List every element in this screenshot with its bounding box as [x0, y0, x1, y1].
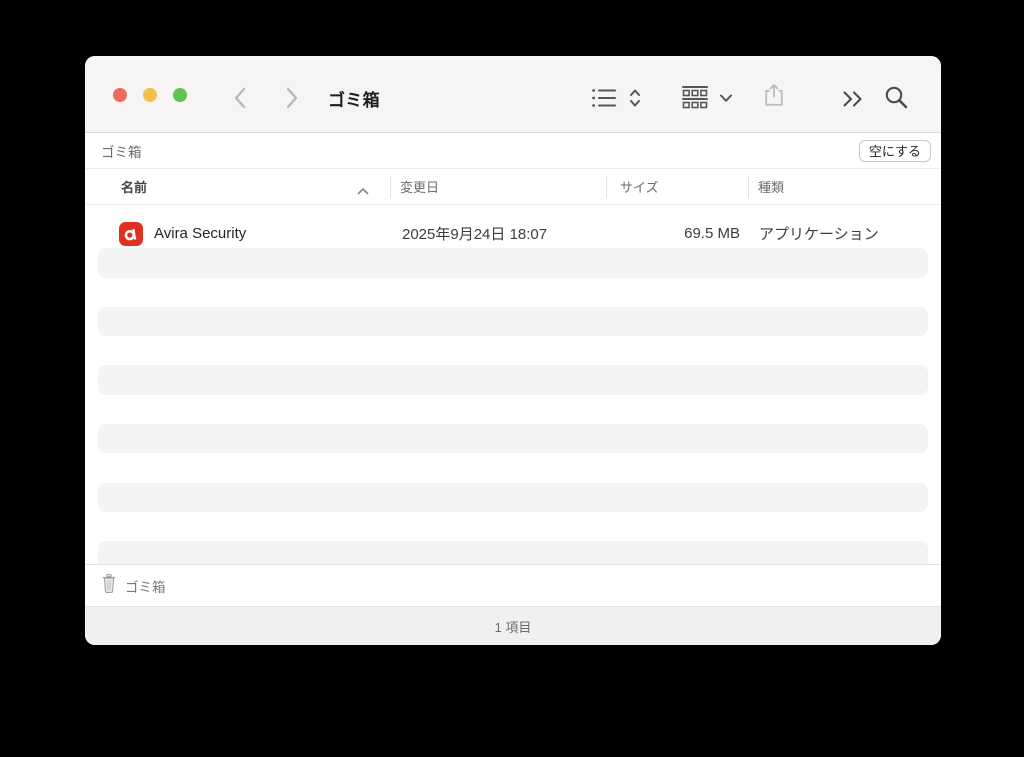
- list-view-icon: [592, 89, 617, 107]
- item-count: 1 項目: [494, 619, 532, 635]
- empty-row: [85, 336, 941, 365]
- traffic-lights: [113, 88, 203, 102]
- group-by-menu-arrow[interactable]: [719, 94, 733, 103]
- forward-button[interactable]: [285, 86, 299, 110]
- path-status-bar: ゴミ箱: [85, 565, 941, 607]
- file-size: 69.5 MB: [684, 225, 740, 243]
- back-button[interactable]: [233, 86, 247, 110]
- view-mode-selector[interactable]: [628, 87, 642, 109]
- chevron-down-icon: [720, 94, 732, 102]
- empty-row: [85, 541, 941, 564]
- trash-icon: [101, 573, 117, 598]
- path-item-trash[interactable]: ゴミ箱: [125, 576, 166, 596]
- share-button[interactable]: [761, 82, 787, 108]
- double-chevron-right-icon: [843, 91, 862, 107]
- location-title: ゴミ箱: [101, 144, 142, 160]
- column-divider: [390, 176, 391, 198]
- column-header-row: 名前 変更日 サイズ 種類: [85, 169, 941, 205]
- empty-row: [85, 248, 941, 278]
- title-toolbar: ゴミ箱: [85, 56, 941, 133]
- location-bar: ゴミ箱 空にする: [85, 133, 941, 169]
- file-date-modified: 2025年9月24日 18:07: [402, 226, 548, 244]
- view-mode-button[interactable]: [591, 87, 618, 109]
- column-header-size[interactable]: サイズ: [620, 169, 659, 204]
- up-down-chevrons-icon: [630, 89, 640, 107]
- empty-row: [85, 482, 941, 512]
- close-window-button[interactable]: [113, 88, 127, 102]
- empty-row: [85, 365, 941, 395]
- column-header-date[interactable]: 変更日: [400, 169, 439, 204]
- file-row-avira-security[interactable]: Avira Security 2025年9月24日 18:07 69.5 MB …: [85, 219, 941, 248]
- empty-row: [85, 306, 941, 337]
- more-toolbar-items-button[interactable]: [841, 90, 865, 108]
- column-header-kind[interactable]: 種類: [758, 169, 784, 204]
- chevron-left-icon: [234, 87, 246, 109]
- search-button[interactable]: [883, 84, 910, 111]
- file-name: Avira Security: [154, 225, 247, 243]
- avira-app-icon: [119, 221, 143, 246]
- column-header-name[interactable]: 名前: [121, 169, 147, 204]
- group-by-icon: [682, 86, 708, 109]
- empty-row: [85, 512, 941, 541]
- group-by-button[interactable]: [681, 85, 709, 110]
- share-icon: [765, 84, 783, 106]
- window-title: ゴミ箱: [328, 91, 380, 110]
- column-divider: [606, 176, 607, 198]
- empty-row: [85, 395, 941, 424]
- empty-row: [85, 424, 941, 454]
- file-list: Avira Security 2025年9月24日 18:07 69.5 MB …: [85, 205, 941, 565]
- empty-row: [85, 278, 941, 307]
- zoom-window-button[interactable]: [173, 88, 187, 102]
- file-kind: アプリケーション: [759, 226, 879, 244]
- column-divider: [748, 176, 749, 198]
- search-icon: [885, 86, 908, 109]
- minimize-window-button[interactable]: [143, 88, 157, 102]
- chevron-right-icon: [286, 87, 298, 109]
- sort-ascending-icon: [357, 183, 369, 198]
- item-count-bar: 1 項目: [85, 607, 941, 645]
- finder-window: ゴミ箱 ゴミ箱 空にする 名前 変更日 サイズ 種類 Avira Securit…: [85, 56, 941, 645]
- empty-row: [85, 453, 941, 482]
- empty-trash-button[interactable]: 空にする: [858, 139, 931, 162]
